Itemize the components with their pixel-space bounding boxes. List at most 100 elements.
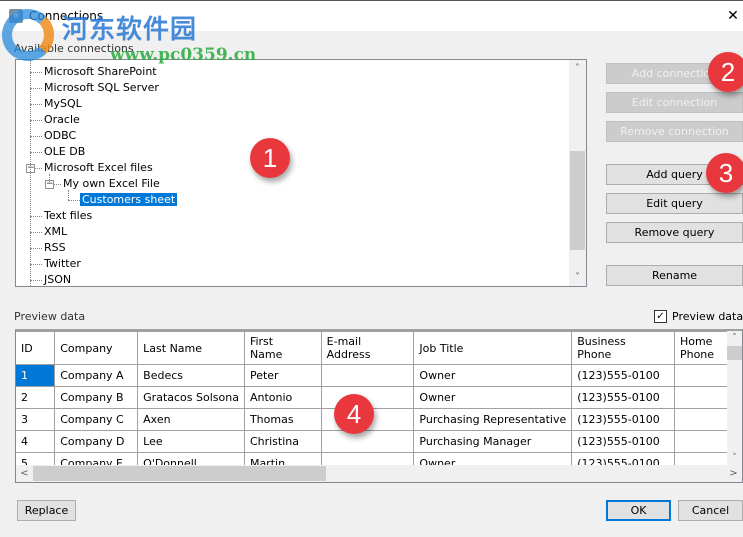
scroll-right-icon[interactable]: > bbox=[725, 465, 742, 482]
table-cell[interactable] bbox=[320, 430, 415, 453]
table-cell[interactable] bbox=[320, 364, 415, 387]
tree-connector bbox=[30, 232, 42, 233]
tree-item-label: Microsoft Excel files bbox=[44, 161, 153, 174]
table-cell[interactable]: 3 bbox=[16, 408, 56, 431]
tree-item-label: Microsoft SQL Server bbox=[44, 81, 159, 94]
ok-button[interactable]: OK bbox=[606, 500, 671, 521]
table-cell[interactable]: Company C bbox=[54, 408, 139, 431]
grid-vertical-scrollbar[interactable]: ˄ ˅ bbox=[727, 331, 742, 466]
tree-connector bbox=[30, 264, 42, 265]
tree-item[interactable]: Customers sheet bbox=[80, 192, 178, 208]
table-cell[interactable]: Owner bbox=[413, 386, 573, 409]
table-cell[interactable]: (123)555-0100 bbox=[571, 386, 675, 409]
scroll-thumb[interactable] bbox=[727, 346, 742, 360]
rename-button[interactable]: Rename bbox=[606, 265, 743, 286]
tree-item-label: OLE DB bbox=[44, 145, 86, 158]
table-cell[interactable]: Owner bbox=[413, 364, 573, 387]
column-header[interactable]: First Name bbox=[243, 331, 322, 365]
column-header[interactable]: Job Title bbox=[413, 331, 573, 365]
table-cell[interactable]: Gratacos Solsona bbox=[137, 386, 245, 409]
preview-data-checkbox-label[interactable]: Preview data bbox=[672, 310, 743, 323]
tree-item[interactable]: Oracle bbox=[42, 112, 82, 128]
table-row[interactable]: 3 Company C Axen Thomas Purchasing Represent… bbox=[16, 408, 742, 431]
connections-tree[interactable]: Microsoft SharePoint Microsoft SQL Server… bbox=[15, 59, 587, 287]
tree-item-label: MySQL bbox=[44, 97, 82, 110]
close-button[interactable]: ✕ bbox=[723, 3, 743, 29]
table-cell[interactable]: Company A bbox=[54, 364, 139, 387]
scroll-left-icon[interactable]: < bbox=[16, 465, 33, 482]
table-cell[interactable]: Axen bbox=[137, 408, 245, 431]
tree-item[interactable]: Microsoft Excel files bbox=[42, 160, 155, 176]
tree-item-label: Customers sheet bbox=[80, 193, 178, 206]
table-cell[interactable]: 1 bbox=[16, 364, 56, 387]
scroll-up-icon[interactable]: ˄ bbox=[569, 60, 586, 77]
tree-item[interactable]: Microsoft SQL Server bbox=[42, 80, 161, 96]
column-header[interactable]: ID bbox=[16, 331, 56, 365]
table-cell[interactable]: 4 bbox=[16, 430, 56, 453]
table-cell[interactable]: Antonio bbox=[243, 386, 322, 409]
preview-data-grid[interactable]: ID Company Last Name First Name E-mail Addre… bbox=[15, 329, 743, 483]
scroll-thumb[interactable] bbox=[33, 466, 326, 481]
tree-vertical-scrollbar[interactable]: ˄ ˅ bbox=[569, 60, 586, 286]
table-cell[interactable]: Company B bbox=[54, 386, 139, 409]
title-bar: ★ Connections ✕ bbox=[0, 1, 743, 31]
table-cell[interactable]: 2 bbox=[16, 386, 56, 409]
window-title: Connections bbox=[29, 9, 104, 23]
table-cell[interactable]: Purchasing Representative bbox=[413, 408, 573, 431]
column-header[interactable]: Company bbox=[54, 331, 139, 365]
edit-connection-button[interactable]: Edit connection bbox=[606, 92, 743, 113]
tree-item[interactable]: XML bbox=[42, 224, 69, 240]
tree-connector bbox=[30, 248, 42, 249]
tree-item[interactable]: RSS bbox=[42, 240, 68, 256]
table-row[interactable]: 1 Company A Bedecs Peter Owner (123)555-0100 bbox=[16, 364, 742, 387]
tree-item[interactable]: Twitter bbox=[42, 256, 83, 272]
preview-table: ID Company Last Name First Name E-mail Addre… bbox=[16, 331, 742, 475]
tree-item[interactable]: JSON bbox=[42, 272, 73, 286]
table-cell[interactable]: (123)555-0100 bbox=[571, 408, 675, 431]
tree-item[interactable]: ODBC bbox=[42, 128, 78, 144]
table-cell[interactable]: Company D bbox=[54, 430, 139, 453]
remove-connection-button[interactable]: Remove connection bbox=[606, 121, 743, 142]
scroll-thumb[interactable] bbox=[570, 151, 585, 250]
tree-item-label: Text files bbox=[44, 209, 93, 222]
table-cell[interactable]: Purchasing Manager bbox=[413, 430, 573, 453]
tree-connector bbox=[30, 120, 42, 121]
table-row[interactable]: 2 Company B Gratacos Solsona Antonio Owner (1… bbox=[16, 386, 742, 409]
table-cell[interactable]: Christina bbox=[243, 430, 322, 453]
cancel-button[interactable]: Cancel bbox=[678, 500, 743, 521]
table-cell[interactable]: Bedecs bbox=[137, 364, 245, 387]
table-cell[interactable]: (123)555-0100 bbox=[571, 430, 675, 453]
app-icon: ★ bbox=[9, 9, 23, 23]
table-cell[interactable]: Peter bbox=[243, 364, 322, 387]
tree-item[interactable]: My own Excel File bbox=[61, 176, 162, 192]
checkbox-check-icon[interactable]: ✓ bbox=[654, 310, 667, 323]
tree-item-label: My own Excel File bbox=[63, 177, 160, 190]
tree-item-label: Twitter bbox=[44, 257, 81, 270]
tree-item[interactable]: Microsoft SharePoint bbox=[42, 64, 159, 80]
column-header[interactable]: Last Name bbox=[137, 331, 245, 365]
tree-connector bbox=[30, 88, 42, 89]
tree-item[interactable]: OLE DB bbox=[42, 144, 87, 160]
column-header[interactable]: Business Phone bbox=[571, 331, 675, 365]
scroll-up-icon[interactable]: ˄ bbox=[727, 331, 742, 346]
replace-button[interactable]: Replace bbox=[17, 500, 76, 521]
tree-item-label: Microsoft SharePoint bbox=[44, 65, 157, 78]
callout-badge-4: 4 bbox=[334, 394, 374, 434]
tree-item-label: XML bbox=[44, 225, 68, 238]
table-cell[interactable]: Lee bbox=[137, 430, 245, 453]
tree-connector bbox=[68, 200, 80, 201]
column-header[interactable]: E-mail Address bbox=[320, 331, 415, 365]
table-row[interactable]: 4 Company D Lee Christina Purchasing Manager… bbox=[16, 430, 742, 453]
remove-query-button[interactable]: Remove query bbox=[606, 222, 743, 243]
tree-connector bbox=[30, 216, 42, 217]
tree-item[interactable]: MySQL bbox=[42, 96, 84, 112]
edit-query-button[interactable]: Edit query bbox=[606, 193, 743, 214]
tree-item-label: Oracle bbox=[44, 113, 80, 126]
tree-item-label: RSS bbox=[44, 241, 66, 254]
tree-item[interactable]: Text files bbox=[42, 208, 94, 224]
scroll-down-icon[interactable]: ˅ bbox=[569, 269, 586, 286]
scroll-down-icon[interactable]: ˅ bbox=[727, 451, 742, 466]
table-cell[interactable]: Thomas bbox=[243, 408, 322, 431]
grid-horizontal-scrollbar[interactable]: < > bbox=[16, 465, 742, 482]
table-cell[interactable]: (123)555-0100 bbox=[571, 364, 675, 387]
